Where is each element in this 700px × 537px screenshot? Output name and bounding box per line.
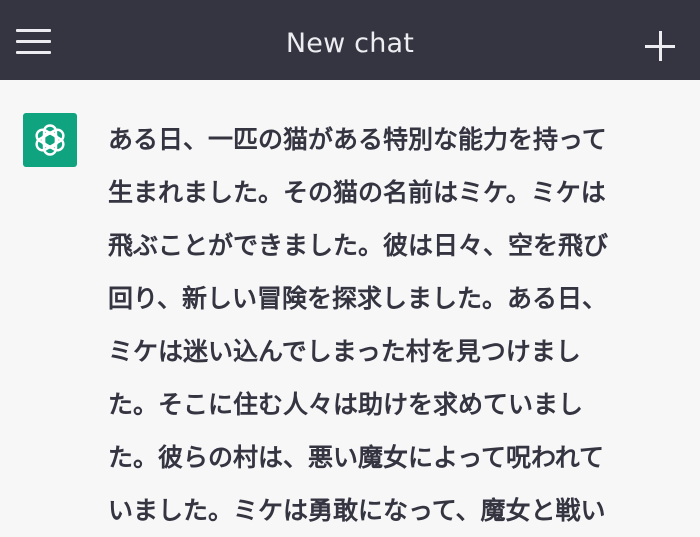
page-title: New chat bbox=[285, 28, 415, 59]
assistant-message: ある日、一匹の猫がある特別な能力を持って 生まれました。その猫の名前はミケ。ミケ… bbox=[0, 80, 700, 528]
new-chat-plus-icon[interactable] bbox=[645, 31, 675, 61]
message-text: ある日、一匹の猫がある特別な能力を持って 生まれました。その猫の名前はミケ。ミケ… bbox=[108, 125, 609, 525]
openai-logo-icon bbox=[35, 124, 65, 156]
assistant-avatar bbox=[23, 113, 77, 167]
top-bar: New chat bbox=[0, 0, 700, 80]
